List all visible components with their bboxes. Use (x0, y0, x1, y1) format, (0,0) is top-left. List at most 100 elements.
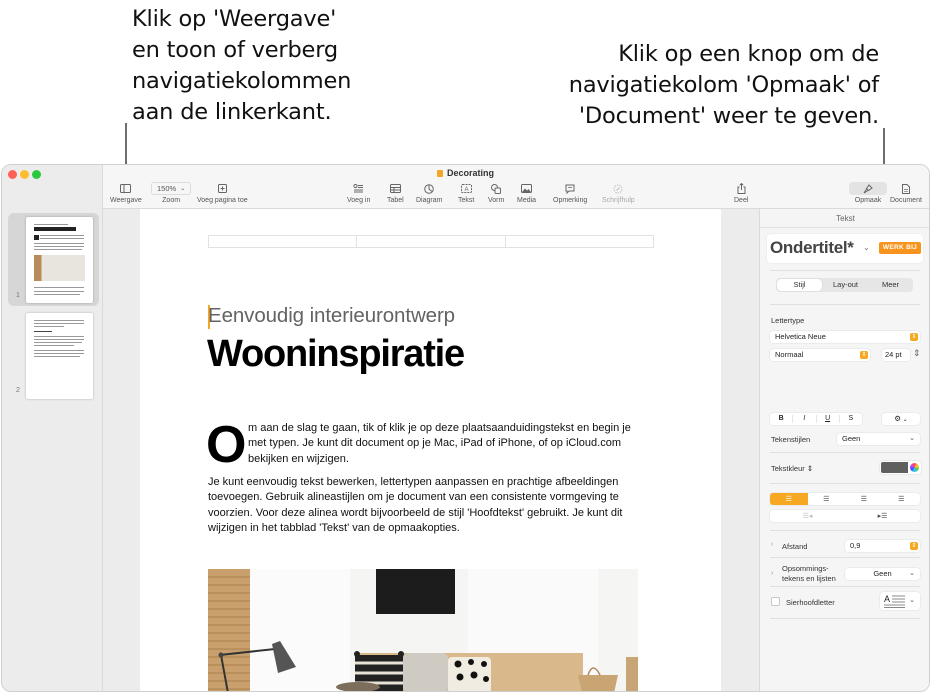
textbox-icon: A (460, 184, 472, 193)
format-inspector: Tekst Ondertitel* ⌄ WERK BIJ Stijl Lay-o… (759, 209, 929, 691)
callout-line-text: navigatiekolommen (132, 68, 352, 94)
chevron-right-icon[interactable]: › (771, 541, 773, 548)
justify-button[interactable]: ☰ (883, 493, 921, 505)
shape-button[interactable]: Vorm (488, 181, 504, 204)
drop-cap[interactable]: O (206, 419, 246, 471)
document-label: Document (890, 197, 922, 204)
font-section-label: Lettertype (771, 316, 805, 325)
increase-indent-button[interactable]: ▸☰ (845, 510, 920, 522)
callout-view: Klik op 'Weergave' en toon of verberg na… (132, 4, 432, 128)
text-options-button[interactable]: ⚙ ⌄ (882, 413, 920, 425)
toolbar: Decorating Weergave 150% ⌄ Zoom Voeg pagi… (2, 165, 929, 209)
bullets-popup[interactable]: Geen ⌄ (845, 568, 920, 580)
page-thumbnail[interactable] (26, 217, 93, 303)
segment-more[interactable]: Meer (868, 278, 913, 292)
window-title: Decorating (2, 168, 929, 178)
divider (770, 530, 920, 531)
updown-chevron-icon: ⇕ (910, 333, 918, 341)
italic-button[interactable]: I (793, 415, 817, 423)
font-style-popup[interactable]: Normaal ⇕ (770, 349, 870, 361)
bullets-label-line: tekens en lijsten (782, 574, 836, 583)
font-family-value: Helvetica Neue (775, 332, 826, 341)
insert-label: Voeg in (347, 197, 371, 204)
page-thumbnails-sidebar: 1 2 (2, 209, 103, 691)
document-icon (436, 170, 443, 177)
callout-line-text: navigatiekolom 'Opmaak' of (568, 72, 879, 98)
text-label: Tekst (458, 197, 475, 204)
underline-button[interactable]: U (817, 415, 840, 423)
insert-button[interactable]: Voeg in (347, 181, 370, 204)
dropcap-checkbox[interactable] (771, 597, 780, 606)
media-icon (521, 184, 533, 193)
comment-icon (565, 184, 575, 194)
document-button[interactable]: Document (890, 181, 922, 204)
color-wheel-icon[interactable] (910, 463, 919, 472)
spacing-field[interactable]: 0,9 ⇕ (845, 540, 920, 552)
comment-label: Opmerking (553, 197, 588, 204)
paragraph-style-name: Ondertitel* (770, 238, 854, 257)
body-paragraph[interactable]: m aan de slag te gaan, tik of klik je op… (248, 421, 633, 467)
divider (770, 452, 920, 453)
share-button[interactable]: Deel (734, 181, 748, 204)
body-paragraph[interactable]: Je kunt eenvoudig tekst bewerken, letter… (208, 475, 638, 536)
dropcap-preview-icon: A (884, 594, 905, 608)
view-button[interactable]: Weergave (110, 181, 142, 204)
page-thumbnail[interactable] (26, 313, 93, 399)
text-style-buttons: B I U S (770, 413, 862, 425)
text-button[interactable]: A Tekst (458, 181, 474, 204)
decrease-indent-button[interactable]: ☰◂ (770, 510, 845, 522)
svg-text:A: A (884, 594, 890, 604)
align-center-button[interactable]: ☰ (808, 493, 846, 505)
media-button[interactable]: Media (517, 181, 536, 204)
zoom-popup[interactable]: 150% ⌄ (151, 182, 192, 195)
chevron-right-icon[interactable]: › (771, 570, 773, 577)
segment-layout[interactable]: Lay-out (823, 278, 868, 292)
writing-tools-button[interactable]: Schrijfhulp (602, 181, 635, 204)
text-color-well[interactable] (880, 461, 921, 474)
divider (770, 304, 920, 305)
update-style-button[interactable]: WERK BIJ (879, 242, 921, 254)
font-style-value: Normaal (775, 350, 804, 359)
spacing-value: 0,9 (850, 541, 861, 550)
text-color-label[interactable]: Tekstkleur ⇕ (771, 464, 813, 473)
segment-style[interactable]: Stijl (777, 279, 822, 291)
callout-line-text: aan de linkerkant. (132, 99, 332, 125)
font-size-field[interactable]: 24 pt (882, 349, 910, 361)
add-page-button[interactable]: Voeg pagina toe (197, 181, 248, 204)
document-page[interactable]: Eenvoudig interieurontwerp Wooninspirati… (140, 209, 721, 691)
shape-label: Vorm (488, 197, 505, 204)
document-subtitle[interactable]: Eenvoudig interieurontwerp (208, 304, 455, 328)
strikethrough-button[interactable]: S (840, 415, 862, 423)
insert-icon (353, 184, 364, 193)
align-right-button[interactable]: ☰ (845, 493, 883, 505)
bold-button[interactable]: B (770, 415, 794, 423)
chevron-down-icon: ⌄ (863, 243, 870, 252)
interior-photo[interactable] (208, 569, 638, 691)
align-left-button[interactable]: ☰ (770, 493, 808, 505)
font-size-stepper[interactable]: ⇕ (913, 348, 921, 359)
table-button[interactable]: Tabel (387, 181, 404, 204)
add-page-icon (217, 184, 227, 193)
share-icon (737, 183, 746, 194)
page-header[interactable] (208, 235, 654, 248)
chevron-down-icon: ⌄ (180, 186, 186, 192)
alignment-buttons: ☰ ☰ ☰ ☰ (770, 493, 920, 505)
page-number: 1 (16, 292, 20, 299)
text-color-label-text: Tekstkleur (771, 464, 805, 473)
chevron-down-icon: ⌄ (901, 417, 908, 423)
document-title[interactable]: Wooninspiratie (207, 333, 465, 376)
dropcap-style-popup[interactable]: A ⌄ (880, 592, 920, 610)
comment-button[interactable]: Opmerking (553, 181, 587, 204)
chart-label: Diagram (416, 197, 443, 204)
chart-button[interactable]: Diagram (416, 181, 442, 204)
format-button[interactable]: Opmaak (849, 181, 887, 204)
zoom-control[interactable]: 150% ⌄ Zoom (151, 181, 192, 204)
bullets-label[interactable]: Opsommings- tekens en lijsten (782, 564, 836, 584)
divider (770, 557, 920, 558)
char-styles-popup[interactable]: Geen ⌄ (837, 433, 920, 445)
spacing-label[interactable]: Afstand (782, 542, 807, 551)
inspector-tab-text[interactable]: Tekst (760, 209, 929, 228)
indent-buttons: ☰◂ ▸☰ (770, 510, 920, 522)
paragraph-style-picker[interactable]: Ondertitel* ⌄ WERK BIJ (767, 234, 923, 263)
font-family-popup[interactable]: Helvetica Neue ⇕ (770, 331, 920, 343)
